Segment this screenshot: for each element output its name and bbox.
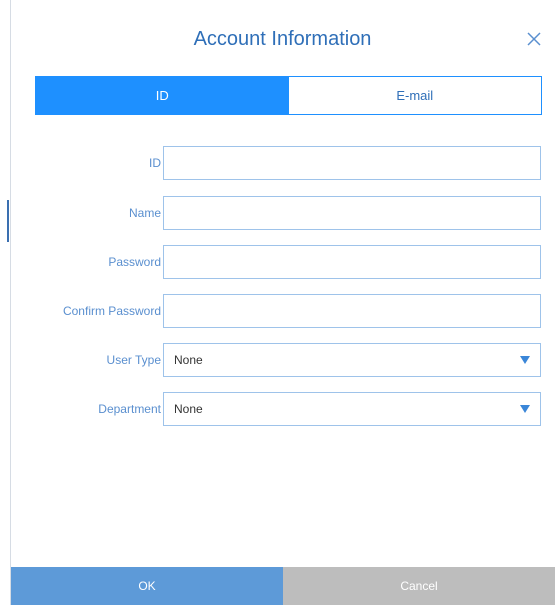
name-label: Name <box>128 206 161 220</box>
name-row: Name <box>11 196 555 230</box>
ok-button[interactable]: OK <box>11 567 283 605</box>
page: Account Information ID E-mail ID Name Pa… <box>0 0 555 605</box>
password-row: Password <box>11 245 555 279</box>
confirm-password-label: Confirm Password <box>62 304 161 318</box>
login-type-tabs: ID E-mail <box>35 76 542 115</box>
password-label: Password <box>108 255 161 269</box>
department-value: None <box>174 402 203 416</box>
user-type-label: User Type <box>106 353 161 367</box>
confirm-password-input[interactable] <box>163 294 541 328</box>
dialog-footer: OK Cancel <box>11 567 555 605</box>
window-edge-marker <box>7 200 9 242</box>
dropdown-arrow-icon <box>520 405 530 413</box>
dialog-title: Account Information <box>193 28 372 50</box>
dropdown-arrow-icon <box>520 356 530 364</box>
name-input[interactable] <box>163 196 541 230</box>
tab-id[interactable]: ID <box>36 77 289 114</box>
department-row: Department None <box>11 392 555 426</box>
user-type-select[interactable]: None <box>163 343 541 377</box>
close-icon <box>527 32 541 46</box>
tab-email[interactable]: E-mail <box>288 77 541 114</box>
cancel-button[interactable]: Cancel <box>283 567 555 605</box>
close-button[interactable] <box>522 27 546 51</box>
department-label: Department <box>98 402 161 416</box>
password-input[interactable] <box>163 245 541 279</box>
account-information-dialog: Account Information ID E-mail ID Name Pa… <box>10 0 555 605</box>
confirm-password-row: Confirm Password <box>11 294 555 328</box>
id-input[interactable] <box>163 146 541 180</box>
id-label: ID <box>149 156 161 170</box>
department-select[interactable]: None <box>163 392 541 426</box>
user-type-value: None <box>174 353 203 367</box>
user-type-row: User Type None <box>11 343 555 377</box>
id-row: ID <box>11 146 555 180</box>
